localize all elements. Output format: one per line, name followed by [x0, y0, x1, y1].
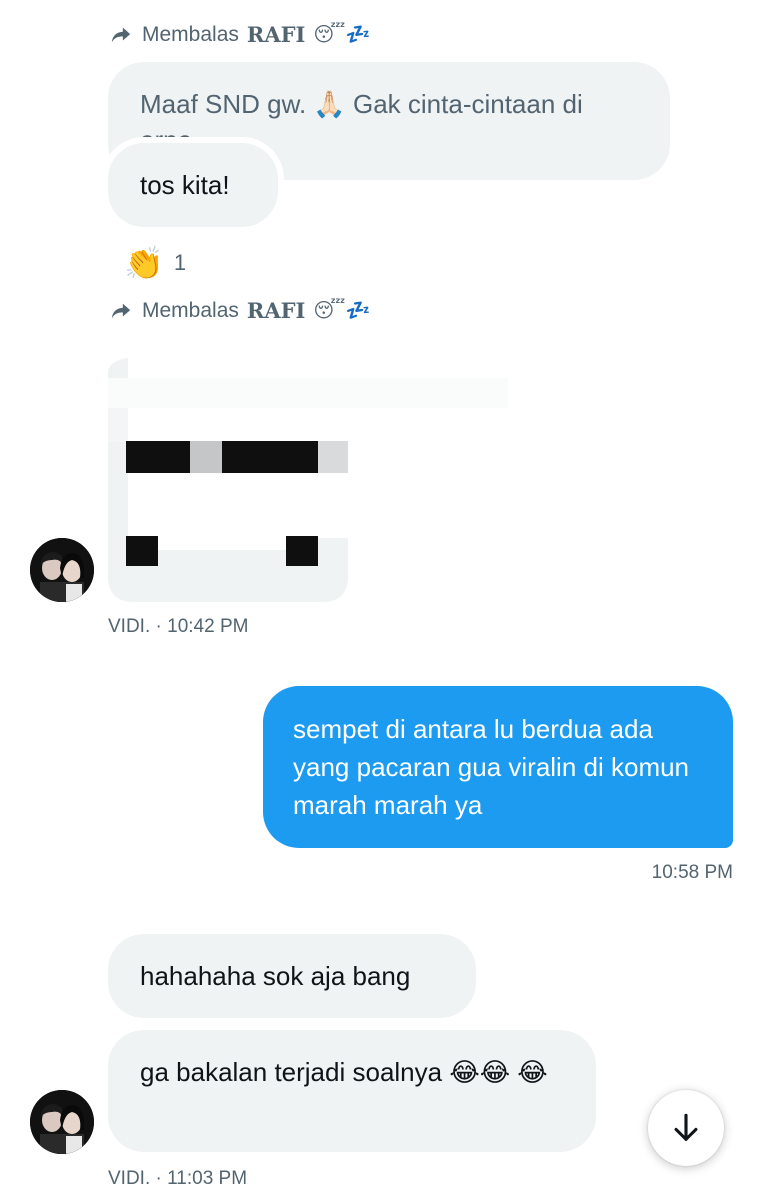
redacted-image	[108, 340, 510, 602]
outgoing-message-text: sempet di antara lu berdua ada yang paca…	[293, 714, 690, 820]
avatar[interactable]	[30, 1090, 94, 1154]
reply-name: RAFI	[246, 22, 306, 47]
reply-indicator[interactable]: Membalas RAFI 😴💤	[108, 298, 370, 323]
reply-arrow-icon	[111, 27, 131, 42]
message-bubble[interactable]: ga bakalan terjadi soalnya 😂😂 😂	[108, 1030, 596, 1152]
reply-indicator[interactable]: Membalas RAFI 😴💤	[108, 22, 370, 47]
message-bubble[interactable]: tos kita!	[108, 143, 278, 227]
sender-name: VIDI.	[108, 1168, 151, 1189]
outgoing-message-bubble[interactable]: sempet di antara lu berdua ada yang paca…	[263, 686, 733, 848]
message-time: · 11:03 PM	[155, 1168, 248, 1189]
reply-name-emoji: 😴💤	[313, 24, 371, 46]
message-meta: VIDI. · 10:42 PM	[108, 616, 248, 638]
reaction-count: 1	[173, 250, 187, 275]
message-text: tos kita!	[140, 170, 230, 200]
avatar-photo	[30, 1090, 94, 1154]
avatar-photo	[30, 538, 94, 602]
message-text: ga bakalan terjadi soalnya 😂😂 😂	[140, 1057, 548, 1087]
outgoing-message-time: 10:58 PM	[651, 862, 733, 883]
avatar[interactable]	[30, 538, 94, 602]
message-meta: VIDI. · 11:03 PM	[108, 1168, 247, 1190]
clap-emoji-icon: 👏	[124, 245, 164, 281]
message-text: hahahaha sok aja bang	[140, 961, 411, 991]
arrow-down-icon	[674, 1113, 698, 1141]
reply-name: RAFI	[246, 298, 306, 323]
message-bubble[interactable]: hahahaha sok aja bang	[108, 934, 476, 1018]
reaction-chip[interactable]: 👏 1	[124, 244, 186, 282]
redacted-media-bubble[interactable]	[108, 340, 510, 602]
sender-name: VIDI.	[108, 616, 151, 637]
reply-name-emoji: 😴💤	[313, 300, 371, 322]
reply-prefix: Membalas	[142, 298, 239, 322]
reply-arrow-icon	[111, 303, 131, 318]
message-time: · 10:42 PM	[155, 616, 249, 637]
reply-prefix: Membalas	[142, 22, 239, 46]
scroll-to-bottom-button[interactable]	[648, 1090, 724, 1166]
